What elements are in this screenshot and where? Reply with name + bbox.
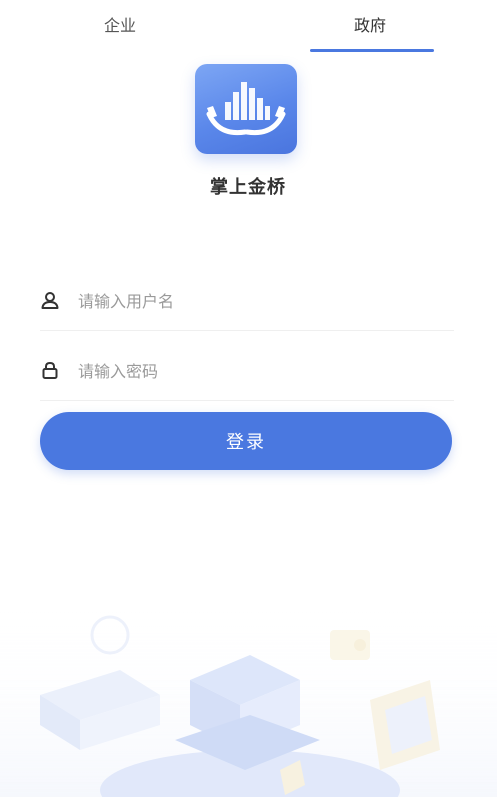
app-name: 掌上金桥: [210, 177, 286, 198]
background-illustration: [0, 600, 497, 797]
tab-government[interactable]: 政府: [322, 14, 418, 38]
tab-bar: 企业 政府: [0, 0, 497, 56]
login-button[interactable]: 登录: [40, 412, 452, 470]
active-tab-indicator: [310, 49, 434, 52]
user-icon: [40, 290, 60, 310]
password-input[interactable]: [76, 354, 440, 388]
tab-enterprise[interactable]: 企业: [72, 14, 168, 38]
username-input[interactable]: [76, 284, 440, 318]
username-field: [40, 272, 454, 331]
app-logo: [195, 64, 297, 154]
password-field: [40, 342, 454, 401]
lock-icon: [40, 360, 60, 380]
buildings-hands-icon: [206, 82, 286, 136]
